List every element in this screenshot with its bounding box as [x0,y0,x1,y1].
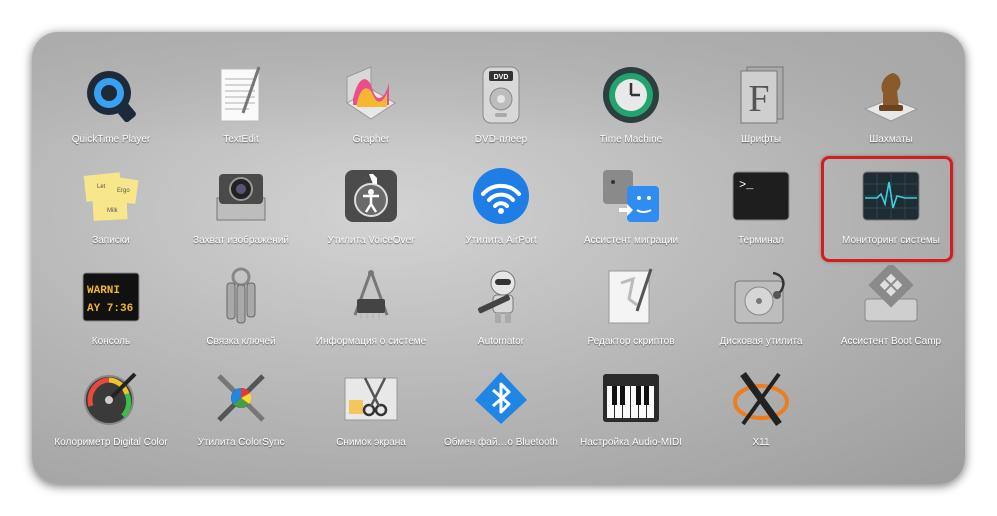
app-label: Консоль [91,336,131,347]
keychain-icon [207,264,275,330]
app-label: Утилита ColorSync [197,437,285,448]
script-editor-icon [597,264,665,330]
disk-utility-icon [727,264,795,330]
app-label: Снимок экрана [336,437,406,448]
automator-icon [467,264,535,330]
app-label: QuickTime Player [71,134,151,145]
app-label: Настройка Audio-MIDI [579,437,683,448]
app-voiceover[interactable]: Утилита VoiceOver [306,159,436,260]
sticky-text: Let [97,184,106,190]
app-label: X11 [752,437,770,448]
app-script-editor[interactable]: Редактор скриптов [566,260,696,361]
app-disk-utility[interactable]: Дисковая утилита [696,260,826,361]
app-row: Колориметр Digital Color Утилита ColorSy… [46,361,956,462]
svg-text:DVD: DVD [494,74,509,81]
console-icon: WARNI AY 7:36 [77,264,145,330]
migration-icon [597,163,665,229]
app-automator[interactable]: Automator [436,260,566,361]
app-screenshot[interactable]: Снимок экрана [306,361,436,462]
quicktime-icon [77,62,145,128]
app-label: Связка ключей [206,336,276,347]
app-grapher[interactable]: Grapher [306,58,436,159]
audio-midi-icon [597,365,665,431]
app-row: WARNI AY 7:36 Консоль Связка ключей Инфор… [46,260,956,361]
app-label: Информация о системе [315,336,427,347]
app-migration[interactable]: Ассистент миграции [566,159,696,260]
textedit-icon [207,62,275,128]
app-terminal[interactable]: >_ Терминал [696,159,826,260]
app-label: TextEdit [223,134,259,145]
app-label: Утилита AirPort [465,235,537,246]
app-system-info[interactable]: Информация о системе [306,260,436,361]
colorsync-icon [207,365,275,431]
app-row: QuickTime Player TextEdit Grapher DVD DV… [46,58,956,159]
app-bluetooth[interactable]: Обмен фай…о Bluetooth [436,361,566,462]
app-fonts[interactable]: F Шрифты [696,58,826,159]
app-grid: QuickTime Player TextEdit Grapher DVD DV… [46,58,956,462]
app-label: Редактор скриптов [587,336,675,347]
app-dvd-player[interactable]: DVD DVD-плеер [436,58,566,159]
app-airport[interactable]: Утилита AirPort [436,159,566,260]
app-label: DVD-плеер [474,134,528,145]
app-audio-midi[interactable]: Настройка Audio-MIDI [566,361,696,462]
launchpad-panel: QuickTime Player TextEdit Grapher DVD DV… [32,32,965,484]
app-quicktime[interactable]: QuickTime Player [46,58,176,159]
app-bootcamp[interactable]: Ассистент Boot Camp [826,260,956,361]
sticky-text: Ergo [117,188,130,194]
app-colorsync[interactable]: Утилита ColorSync [176,361,306,462]
app-label: Записки [92,235,130,246]
terminal-prompt: >_ [739,178,754,192]
app-label: Колориметр Digital Color [54,437,168,448]
app-label: Терминал [737,235,785,246]
app-activity-monitor[interactable]: Мониторинг системы [826,159,956,260]
stickies-icon: Let Ergo Milk [77,163,145,229]
app-label: Time Machine [599,134,663,145]
image-capture-icon [207,163,275,229]
app-label: Automator [477,336,525,347]
app-textedit[interactable]: TextEdit [176,58,306,159]
terminal-icon: >_ [727,163,795,229]
console-line: AY 7:36 [87,303,133,315]
app-keychain[interactable]: Связка ключей [176,260,306,361]
grapher-icon [337,62,405,128]
app-label: Утилита VoiceOver [327,235,415,246]
app-label: Grapher [352,134,390,145]
app-image-capture[interactable]: Захват изображений [176,159,306,260]
app-label: Обмен фай…о Bluetooth [444,437,558,448]
airport-icon [467,163,535,229]
app-label: Шахматы [869,134,913,145]
app-console[interactable]: WARNI AY 7:36 Консоль [46,260,176,361]
activity-monitor-icon [857,163,925,229]
system-info-icon [337,264,405,330]
bluetooth-icon [467,365,535,431]
bootcamp-icon [857,264,925,330]
app-time-machine[interactable]: Time Machine [566,58,696,159]
digital-color-meter-icon [77,365,145,431]
app-row: Let Ergo Milk Записки Захват изображений У… [46,159,956,260]
app-label: Шрифты [740,134,782,145]
app-label: Захват изображений [193,235,289,246]
voiceover-icon [337,163,405,229]
screenshot-icon [337,365,405,431]
app-x11[interactable]: X11 [696,361,826,462]
app-label: Дисковая утилита [719,336,803,347]
time-machine-icon [597,62,665,128]
app-label: Мониторинг системы [842,235,940,246]
chess-icon [857,62,925,128]
app-chess[interactable]: Шахматы [826,58,956,159]
dvd-player-icon: DVD [467,62,535,128]
app-stickies[interactable]: Let Ergo Milk Записки [46,159,176,260]
sticky-text: Milk [107,208,119,214]
svg-text:F: F [748,78,769,120]
console-line: WARNI [87,285,120,297]
app-digital-color-meter[interactable]: Колориметр Digital Color [46,361,176,462]
app-label: Ассистент Boot Camp [840,336,942,347]
app-label: Ассистент миграции [583,235,679,246]
x11-icon [727,365,795,431]
fonts-icon: F [727,62,795,128]
